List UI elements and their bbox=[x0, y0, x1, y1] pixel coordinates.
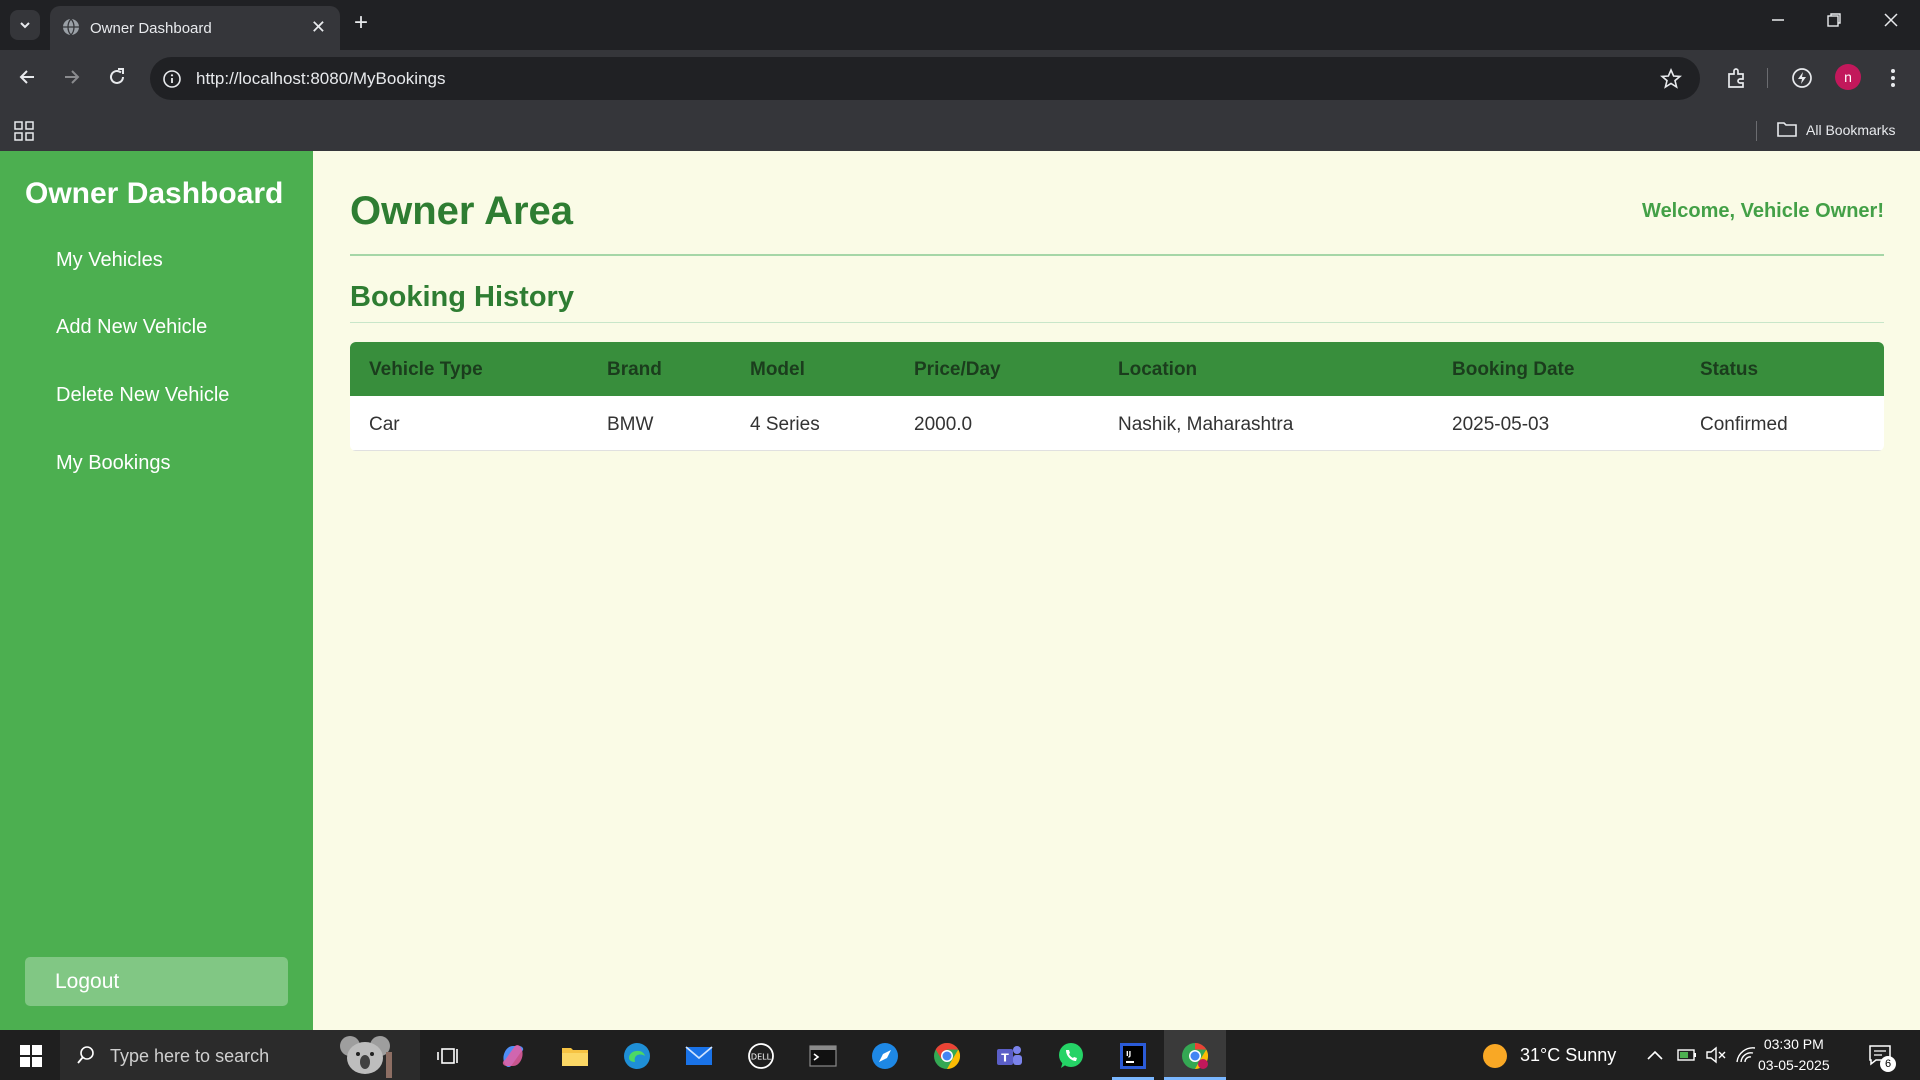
volume-muted-icon[interactable] bbox=[1705, 1046, 1727, 1064]
whatsapp-icon[interactable] bbox=[1055, 1040, 1087, 1072]
section-title: Booking History bbox=[350, 281, 574, 313]
table-cell: 2025-05-03 bbox=[1452, 414, 1550, 435]
restore-icon[interactable] bbox=[1826, 12, 1842, 28]
welcome-message: Welcome, Vehicle Owner! bbox=[1642, 200, 1884, 222]
bookmarks-bar: All Bookmarks bbox=[0, 107, 1920, 151]
copilot-icon[interactable] bbox=[497, 1040, 529, 1072]
bookmarks-separator bbox=[1756, 121, 1757, 141]
file-explorer-icon[interactable] bbox=[559, 1040, 591, 1072]
column-header: Location bbox=[1118, 359, 1198, 380]
wifi-icon[interactable] bbox=[1735, 1046, 1757, 1064]
clock-date: 03-05-2025 bbox=[1758, 1057, 1830, 1073]
svg-text:DELL: DELL bbox=[751, 1053, 772, 1062]
column-header: Status bbox=[1700, 359, 1759, 380]
all-bookmarks-link[interactable]: All Bookmarks bbox=[1806, 122, 1895, 138]
column-header: Model bbox=[750, 359, 805, 380]
browser-tabstrip: Owner Dashboard ✕ + bbox=[0, 0, 1920, 50]
table-row: Car BMW 4 Series 2000.0 Nashik, Maharash… bbox=[350, 396, 1884, 451]
chrome-profile-icon[interactable] bbox=[1179, 1040, 1211, 1072]
tray-chevron-up-icon[interactable] bbox=[1646, 1048, 1664, 1062]
search-placeholder: Type here to search bbox=[110, 1046, 270, 1066]
task-view-icon[interactable] bbox=[434, 1040, 466, 1072]
table-cell: 4 Series bbox=[750, 414, 820, 435]
logout-button[interactable]: Logout bbox=[25, 957, 288, 1006]
windows-start-icon[interactable] bbox=[20, 1045, 42, 1067]
sidebar-item-add-new-vehicle[interactable]: Add New Vehicle bbox=[56, 316, 207, 339]
svg-text:T: T bbox=[1001, 1052, 1009, 1065]
close-tab-icon[interactable]: ✕ bbox=[311, 17, 326, 38]
close-window-icon[interactable] bbox=[1883, 12, 1899, 28]
profile-avatar[interactable]: n bbox=[1835, 64, 1861, 90]
column-header: Vehicle Type bbox=[369, 359, 483, 380]
taskbar-clock[interactable]: 03:30 PM 03-05-2025 bbox=[1758, 1034, 1830, 1076]
back-arrow-icon[interactable] bbox=[16, 66, 38, 88]
page-content: Owner Dashboard My Vehicles Add New Vehi… bbox=[0, 151, 1920, 1030]
minimize-icon[interactable] bbox=[1770, 12, 1786, 28]
main-area: Owner Area Welcome, Vehicle Owner! Booki… bbox=[350, 151, 1884, 1030]
more-menu-icon[interactable] bbox=[1883, 66, 1903, 90]
site-info-icon[interactable] bbox=[162, 69, 182, 89]
taskbar-search[interactable]: Type here to search bbox=[60, 1030, 420, 1080]
reload-icon[interactable] bbox=[106, 66, 128, 88]
performance-icon[interactable] bbox=[1790, 66, 1814, 90]
clock-time: 03:30 PM bbox=[1763, 1036, 1824, 1052]
forward-arrow-icon[interactable] bbox=[61, 66, 83, 88]
search-icon bbox=[77, 1046, 94, 1064]
tab-search-button[interactable] bbox=[10, 10, 40, 40]
safari-compass-icon[interactable] bbox=[869, 1040, 901, 1072]
apps-grid-icon[interactable] bbox=[14, 121, 34, 141]
column-header: Brand bbox=[607, 359, 662, 380]
battery-icon[interactable] bbox=[1676, 1046, 1698, 1064]
column-header: Price/Day bbox=[914, 359, 1001, 380]
teams-icon[interactable]: T bbox=[993, 1040, 1025, 1072]
booking-history-table: Vehicle Type Brand Model Price/Day Locat… bbox=[350, 342, 1884, 451]
sidebar-item-my-vehicles[interactable]: My Vehicles bbox=[56, 249, 163, 272]
new-tab-button[interactable]: + bbox=[354, 11, 368, 35]
browser-toolbar: http://localhost:8080/MyBookings n bbox=[0, 50, 1920, 107]
chevron-down-icon bbox=[20, 22, 30, 29]
bookmark-star-icon[interactable] bbox=[1660, 68, 1682, 90]
table-cell: Nashik, Maharashtra bbox=[1118, 414, 1294, 435]
table-cell: 2000.0 bbox=[914, 414, 973, 435]
table-header: Vehicle Type Brand Model Price/Day Locat… bbox=[350, 342, 1884, 396]
extensions-puzzle-icon[interactable] bbox=[1725, 66, 1749, 90]
sidebar-item-delete-new-vehicle[interactable]: Delete New Vehicle bbox=[56, 384, 229, 407]
browser-tab[interactable]: Owner Dashboard ✕ bbox=[50, 6, 340, 50]
notification-count-badge: 6 bbox=[1880, 1056, 1896, 1072]
svg-text:IJ: IJ bbox=[1126, 1050, 1131, 1058]
url-text[interactable]: http://localhost:8080/MyBookings bbox=[196, 69, 445, 89]
taskbar: Type here to search DELL T IJ 31°C Sunny… bbox=[0, 1030, 1920, 1080]
chrome-icon[interactable] bbox=[931, 1040, 963, 1072]
section-divider bbox=[350, 322, 1884, 323]
sidebar: Owner Dashboard My Vehicles Add New Vehi… bbox=[0, 151, 313, 1030]
sidebar-title: Owner Dashboard bbox=[25, 177, 284, 210]
terminal-icon[interactable] bbox=[807, 1040, 839, 1072]
column-header: Booking Date bbox=[1452, 359, 1575, 380]
globe-icon bbox=[63, 18, 79, 36]
dell-icon[interactable]: DELL bbox=[745, 1040, 777, 1072]
sidebar-item-my-bookings[interactable]: My Bookings bbox=[56, 452, 171, 475]
intellij-icon[interactable]: IJ bbox=[1117, 1040, 1149, 1072]
folder-icon bbox=[1777, 122, 1797, 137]
edge-browser-icon[interactable] bbox=[621, 1040, 653, 1072]
table-cell: Car bbox=[369, 414, 400, 435]
address-bar[interactable]: http://localhost:8080/MyBookings bbox=[150, 57, 1700, 100]
mail-icon[interactable] bbox=[683, 1040, 715, 1072]
koala-illustration-icon bbox=[340, 1036, 392, 1078]
weather-sun-icon bbox=[1483, 1044, 1507, 1068]
page-title: Owner Area bbox=[350, 189, 574, 233]
header-divider bbox=[350, 254, 1884, 256]
table-cell: BMW bbox=[607, 414, 654, 435]
tab-title: Owner Dashboard bbox=[90, 20, 212, 37]
status-cell: Confirmed bbox=[1700, 414, 1788, 435]
toolbar-separator bbox=[1767, 68, 1768, 88]
weather-text[interactable]: 31°C Sunny bbox=[1520, 1045, 1616, 1066]
